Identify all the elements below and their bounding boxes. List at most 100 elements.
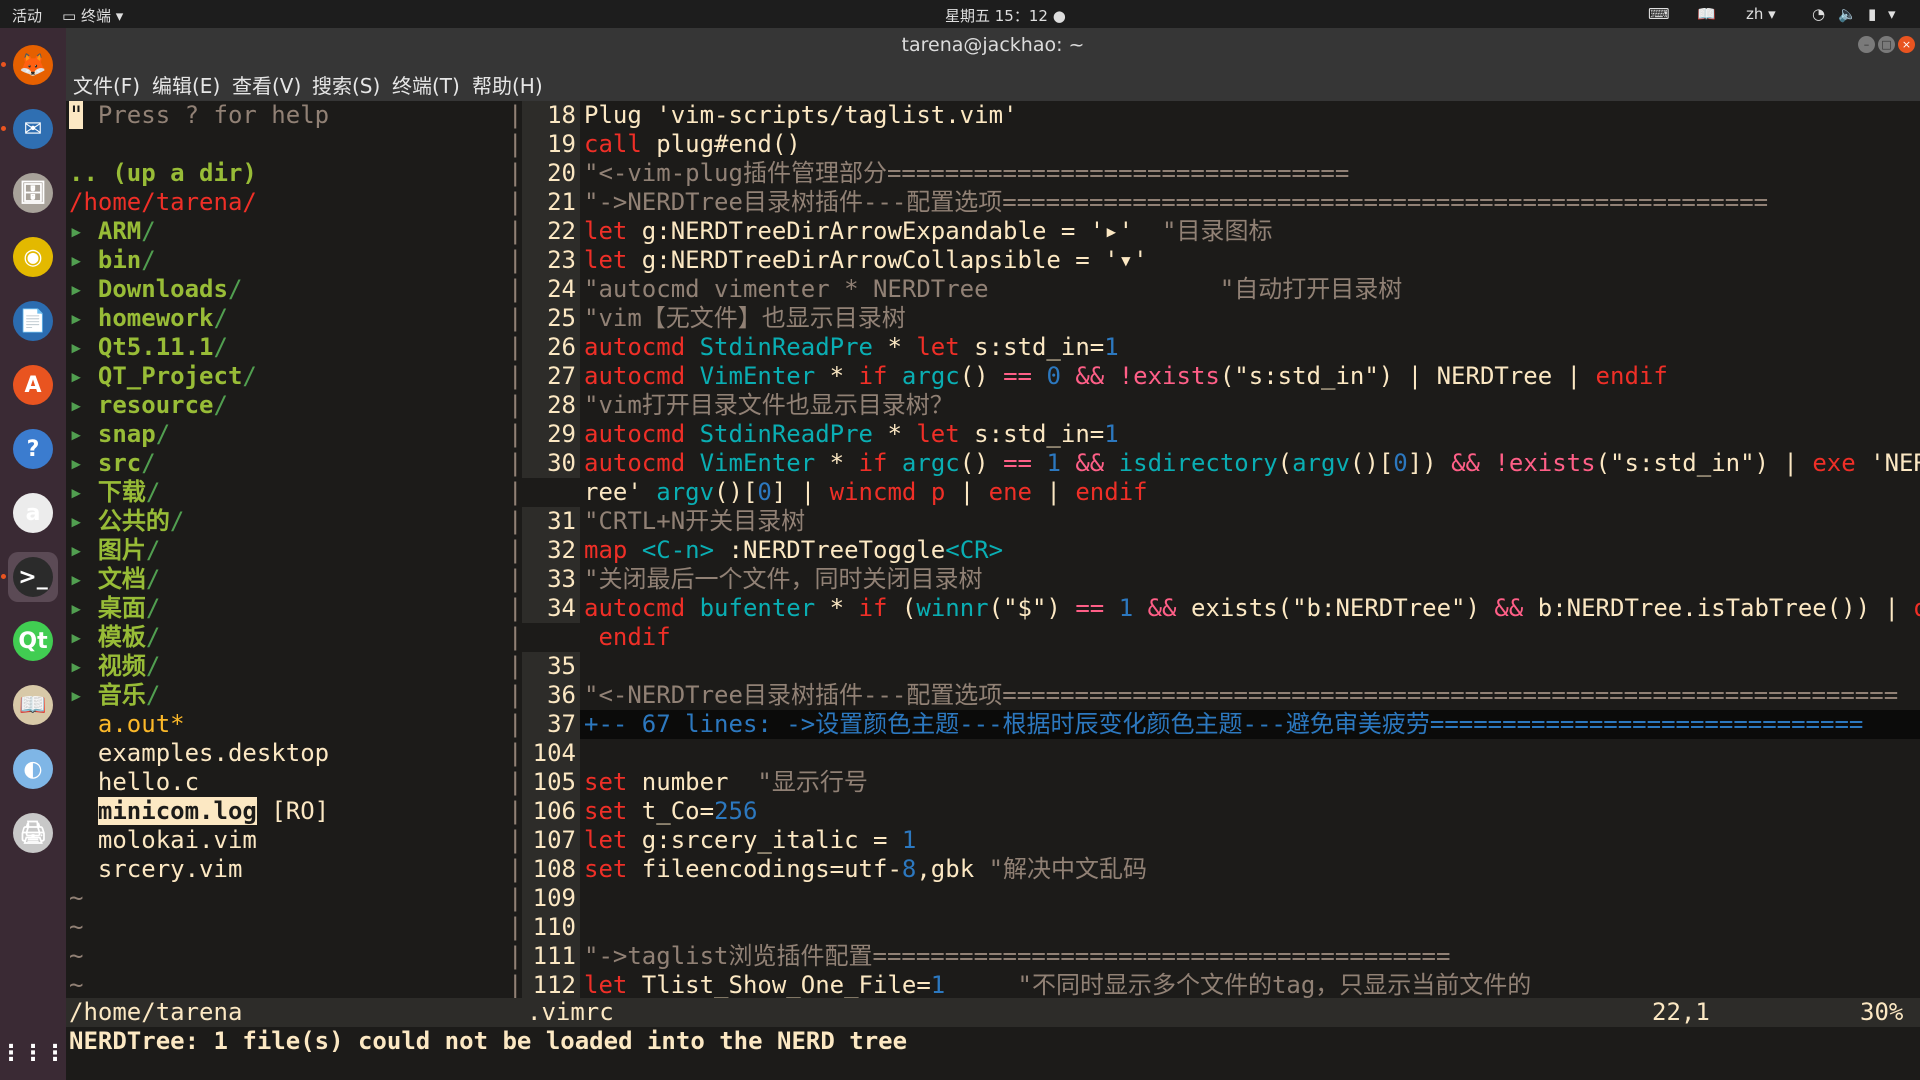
help-glyph: ? — [13, 429, 53, 469]
tree-dir-item[interactable]: ▸ Qt5.11.1/ — [69, 333, 228, 362]
code-line[interactable]: 105 set number "显示行号 — [522, 768, 868, 797]
code-line[interactable]: 29 autocmd StdinReadPre * let s:std_in=1 — [522, 420, 1119, 449]
command-line[interactable]: NERDTree: 1 file(s) could not be loaded … — [66, 1027, 1920, 1056]
tree-dir-item[interactable]: ▸ snap/ — [69, 420, 170, 449]
terminal-icon[interactable]: >_ — [8, 552, 58, 602]
close-button[interactable]: × — [1898, 36, 1915, 53]
firefox-icon[interactable]: 🦊 — [8, 40, 58, 90]
tree-file-item[interactable]: a.out* — [69, 710, 185, 739]
code-line[interactable]: 112 let Tlist_Show_One_File=1 "不同时显示多个文件的… — [522, 971, 1531, 998]
code-line[interactable]: 18 Plug 'vim-scripts/taglist.vim' — [522, 101, 1017, 130]
code-line[interactable]: 20 "<-vim-plug插件管理部分=====================… — [522, 159, 1349, 188]
code-line[interactable]: 32 map <C-n> :NERDTreeToggle<CR> — [522, 536, 1003, 565]
menu-search[interactable]: 搜索(S) — [312, 70, 380, 99]
book-icon[interactable]: 📖 — [1697, 5, 1716, 23]
dictionary-icon[interactable]: 📖 — [8, 680, 58, 730]
app-menu[interactable]: ▭ 终端 ▾ — [62, 5, 123, 26]
tree-dir-item[interactable]: ▸ ARM/ — [69, 217, 156, 246]
files-icon[interactable]: 🗄 — [8, 168, 58, 218]
menu-view[interactable]: 查看(V) — [232, 70, 301, 99]
wifi-icon[interactable]: ◔ — [1812, 5, 1825, 23]
menu-edit[interactable]: 编辑(E) — [152, 70, 220, 99]
code-line[interactable]: 110 — [522, 913, 584, 942]
tree-dir-item[interactable]: ▸ QT_Project/ — [69, 362, 257, 391]
volume-icon[interactable]: 🔈 — [1838, 5, 1857, 23]
code-line[interactable]: 25 "vim【无文件】也显示目录树 — [522, 304, 906, 333]
tree-dir-item[interactable]: ▸ Downloads/ — [69, 275, 242, 304]
code-line[interactable]: 30 autocmd VimEnter * if argc() == 1 && i… — [522, 449, 1920, 478]
code-line[interactable]: 26 autocmd StdinReadPre * let s:std_in=1 — [522, 333, 1119, 362]
code-line[interactable]: 22 let g:NERDTreeDirArrowExpandable = '▸'… — [522, 217, 1272, 246]
help-icon[interactable]: ? — [8, 424, 58, 474]
system-menu-arrow-icon[interactable]: ▾ — [1888, 5, 1896, 23]
software-icon[interactable]: A — [8, 360, 58, 410]
writer-icon[interactable]: 📄 — [8, 296, 58, 346]
rhythmbox-icon[interactable]: ◉ — [8, 232, 58, 282]
folded-lines[interactable]: 37 +-- 67 lines: ->设置颜色主题---根据时辰变化颜色主题---… — [522, 710, 1920, 739]
tree-dir-item[interactable]: ▸ 模板/ — [69, 623, 160, 652]
code-line[interactable]: endif — [522, 623, 670, 652]
battery-icon[interactable]: ▮ — [1868, 5, 1876, 23]
tree-dir-item[interactable]: ▸ 图片/ — [69, 536, 160, 565]
code-line[interactable]: 27 autocmd VimEnter * if argc() == 0 && !… — [522, 362, 1668, 391]
thunderbird-icon[interactable]: ✉ — [8, 104, 58, 154]
code-line[interactable]: 104 — [522, 739, 584, 768]
tree-file-item[interactable]: molokai.vim — [69, 826, 257, 855]
code-line[interactable]: 108 set fileencodings=utf-8,gbk "解决中文乱码 — [522, 855, 1147, 884]
tree-dir-item[interactable]: ▸ 视频/ — [69, 652, 160, 681]
code-line[interactable]: 35 — [522, 652, 584, 681]
tree-dir-item[interactable]: ▸ 下载/ — [69, 478, 160, 507]
printer-icon[interactable]: 🖨 — [8, 808, 58, 858]
line-number: 111 — [522, 942, 580, 971]
tree-root-path[interactable]: /home/tarena/ — [69, 188, 257, 217]
menu-terminal[interactable]: 终端(T) — [392, 70, 460, 99]
tree-dir-item[interactable]: ▸ bin/ — [69, 246, 156, 275]
tree-empty-line: ~ — [69, 942, 84, 970]
separator-bar: | — [508, 536, 523, 564]
code-text: map <C-n> :NERDTreeToggle<CR> — [584, 536, 1004, 564]
activities-button[interactable]: 活动 — [12, 5, 42, 26]
tree-status-path: /home/tarena — [69, 998, 243, 1026]
vim-editor-pane[interactable]: 18 Plug 'vim-scripts/taglist.vim' 19 call p… — [522, 101, 1920, 998]
code-line[interactable]: 109 — [522, 884, 584, 913]
amazon-icon[interactable]: a — [8, 488, 58, 538]
tree-dir-item[interactable]: ▸ 桌面/ — [69, 594, 160, 623]
minimize-button[interactable]: – — [1858, 36, 1875, 53]
code-line[interactable]: 36 "<-NERDTree目录树插件---配置选项===============… — [522, 681, 1898, 710]
tree-file-item[interactable]: minicom.log [RO] — [69, 797, 329, 826]
tree-file-item[interactable]: srcery.vim — [69, 855, 243, 884]
tree-dir-item[interactable]: ▸ 文档/ — [69, 565, 160, 594]
menu-file[interactable]: 文件(F) — [73, 70, 140, 99]
show-applications-icon[interactable]: ⋮⋮⋮ — [0, 1028, 66, 1078]
tree-file-item[interactable]: examples.desktop — [69, 739, 329, 768]
code-line[interactable]: 31 "CRTL+N开关目录树 — [522, 507, 805, 536]
tree-dir-item[interactable]: ▸ 音乐/ — [69, 681, 160, 710]
language-indicator[interactable]: zh ▾ — [1746, 5, 1776, 23]
code-line[interactable]: ree' argv()[0] | wincmd p | ene | endif — [522, 478, 1148, 507]
code-line[interactable]: 107 let g:srcery_italic = 1 — [522, 826, 916, 855]
menu-help[interactable]: 帮助(H) — [472, 70, 543, 99]
code-line[interactable]: 28 "vim打开目录文件也显示目录树？ — [522, 391, 954, 420]
code-line[interactable]: 21 "->NERDTree目录树插件---配置选项===============… — [522, 188, 1768, 217]
code-line[interactable]: 34 autocmd bufenter * if (winnr("$") == 1… — [522, 594, 1920, 623]
window-titlebar[interactable]: tarena@jackhao: ~ – □ × — [66, 28, 1920, 64]
code-line[interactable]: 19 call plug#end() — [522, 130, 801, 159]
qt-creator-icon[interactable]: Qt — [8, 616, 58, 666]
terminal-area[interactable]: " Press ? for help.. (up a dir)/home/tar… — [66, 101, 1920, 1080]
code-line[interactable]: 23 let g:NERDTreeDirArrowCollapsible = '▾… — [522, 246, 1148, 275]
tree-dir-item[interactable]: ▸ src/ — [69, 449, 156, 478]
code-line[interactable]: 24 "autocmd vimenter * NERDTree "自动打开目录树 — [522, 275, 1402, 304]
code-line[interactable]: 33 "关闭最后一个文件，同时关闭目录树 — [522, 565, 982, 594]
tree-dir-item[interactable]: ▸ resource/ — [69, 391, 228, 420]
tree-dir-item[interactable]: ▸ 公共的/ — [69, 507, 184, 536]
nerdtree-pane[interactable]: " Press ? for help .. (up a dir)/home/tar… — [66, 101, 506, 998]
clock[interactable]: 星期五 15：12 ● — [945, 5, 1066, 26]
tree-dir-item[interactable]: ▸ homework/ — [69, 304, 228, 333]
code-line[interactable]: 111 "->taglist浏览插件配置=====================… — [522, 942, 1450, 971]
tree-file-item[interactable]: hello.c — [69, 768, 199, 797]
scribe-icon[interactable]: ◐ — [8, 744, 58, 794]
code-line[interactable]: 106 set t_Co=256 — [522, 797, 757, 826]
maximize-button[interactable]: □ — [1878, 36, 1895, 53]
tree-up-dir[interactable]: .. (up a dir) — [69, 159, 257, 188]
keyboard-icon[interactable]: ⌨ — [1648, 5, 1670, 23]
